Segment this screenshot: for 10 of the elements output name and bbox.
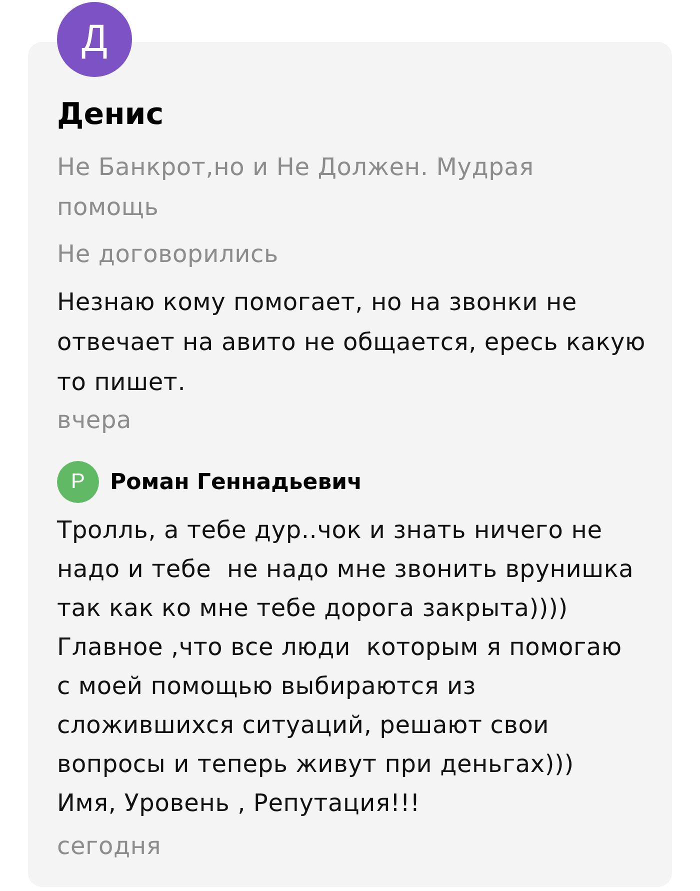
review-text: Незнаю кому помогает, но на звонки не отвечает на авито не общается, ересь какую то пишет. — [57, 287, 647, 398]
reply-date: сегодня — [57, 831, 162, 862]
reply-text: Тролль, а тебе дур..чок и знать ничего не надо и тебе не надо мне звонить врунишка так как ко мне тебе дорога закрыта)))) Главное ,что все люди которым я помогаю с моей помощью выбираются из сложившихся ситуаций, решают свои вопросы и теперь живут при деньгах))) Имя, Уровень , Репутация!!! — [57, 515, 635, 819]
reply-author-name: Роман Геннадьевич — [110, 470, 362, 494]
avatar: Д — [57, 2, 132, 77]
author-name: Денис — [57, 96, 164, 134]
review-date: вчера — [57, 405, 132, 436]
avatar: Р — [57, 461, 99, 503]
deal-status: Не договорились — [57, 239, 278, 270]
listing-title: Не Банкрот,но и Не Должен. Мудрая помощь — [57, 152, 535, 222]
